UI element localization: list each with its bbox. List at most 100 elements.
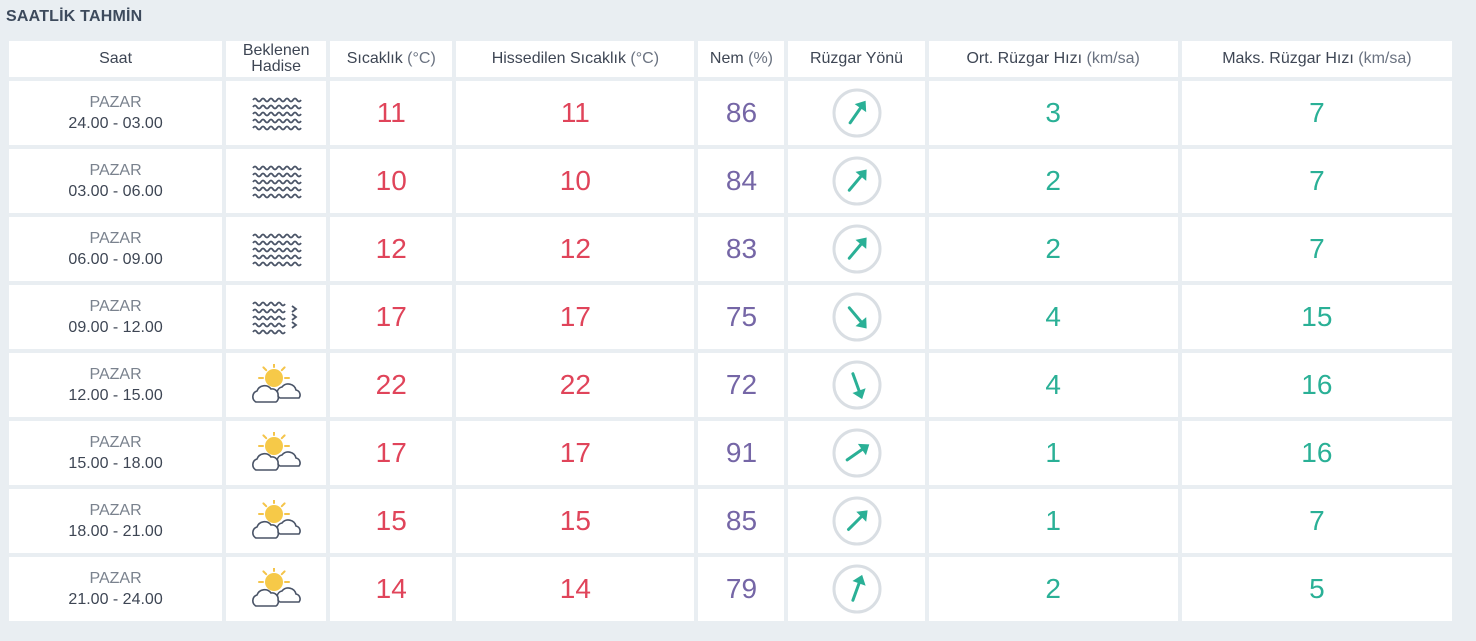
feels-like-value: 11 — [560, 97, 590, 128]
fog-mist-icon — [250, 296, 302, 338]
time-cell: PAZAR 03.00 - 06.00 — [9, 149, 223, 213]
avg-wind-cell: 2 — [928, 149, 1178, 213]
header-beklenen-hadise: Beklenen Hadise — [226, 41, 327, 77]
wind-direction-arrow-icon — [831, 291, 883, 343]
table-row: PAZAR 09.00 - 12.00 17 17 75 4 15 — [9, 285, 1452, 349]
max-wind-value: 16 — [1301, 437, 1333, 468]
temperature-value: 12 — [375, 233, 407, 264]
table-row: PAZAR 24.00 - 03.00 11 11 86 3 7 — [9, 81, 1452, 145]
wind-direction-cell — [788, 81, 925, 145]
wind-direction-cell — [788, 489, 925, 553]
max-wind-value: 7 — [1309, 97, 1325, 128]
time-cell: PAZAR 09.00 - 12.00 — [9, 285, 223, 349]
time-cell: PAZAR 18.00 - 21.00 — [9, 489, 223, 553]
avg-wind-cell: 4 — [928, 285, 1178, 349]
avg-wind-value: 2 — [1045, 233, 1061, 264]
humidity-cell: 79 — [698, 557, 785, 621]
humidity-cell: 86 — [698, 81, 785, 145]
partly-cloudy-icon — [250, 430, 302, 474]
partly-cloudy-icon — [250, 498, 302, 542]
avg-wind-cell: 4 — [928, 353, 1178, 417]
max-wind-value: 7 — [1309, 233, 1325, 264]
temperature-value: 17 — [375, 437, 407, 468]
humidity-cell: 83 — [698, 217, 785, 281]
max-wind-value: 5 — [1309, 573, 1325, 604]
hourly-forecast-table: Saat Beklenen Hadise Sıcaklık (°C) Hissed… — [5, 37, 1456, 625]
temperature-cell: 12 — [330, 217, 453, 281]
max-wind-cell: 7 — [1181, 149, 1452, 213]
hour-range: 21.00 - 24.00 — [68, 591, 163, 608]
avg-wind-value: 4 — [1045, 369, 1061, 400]
max-wind-cell: 7 — [1181, 489, 1452, 553]
wind-direction-arrow-icon — [831, 563, 883, 615]
max-wind-cell: 5 — [1181, 557, 1452, 621]
humidity-value: 75 — [725, 301, 758, 332]
weather-cell — [226, 489, 327, 553]
table-row: PAZAR 12.00 - 15.00 22 22 72 4 16 — [9, 353, 1452, 417]
temperature-value: 11 — [376, 97, 406, 128]
wind-direction-cell — [788, 421, 925, 485]
day-label: PAZAR — [89, 366, 142, 383]
feels-like-cell: 15 — [456, 489, 695, 553]
day-label: PAZAR — [89, 570, 142, 587]
time-cell: PAZAR 12.00 - 15.00 — [9, 353, 223, 417]
humidity-cell: 72 — [698, 353, 785, 417]
wind-direction-arrow-icon — [831, 155, 883, 207]
avg-wind-cell: 1 — [928, 489, 1178, 553]
forecast-rows: PAZAR 24.00 - 03.00 11 11 86 3 7 PAZAR 03.00 - 0… — [9, 81, 1452, 621]
hour-range: 03.00 - 06.00 — [68, 183, 163, 200]
feels-like-cell: 14 — [456, 557, 695, 621]
wind-direction-arrow-icon — [831, 427, 883, 479]
day-label: PAZAR — [89, 502, 142, 519]
hour-range: 18.00 - 21.00 — [68, 523, 163, 540]
humidity-value: 83 — [725, 233, 758, 264]
feels-like-value: 22 — [559, 369, 591, 400]
weather-cell — [226, 217, 327, 281]
feels-like-value: 17 — [559, 437, 591, 468]
hour-range: 24.00 - 03.00 — [68, 115, 163, 132]
feels-like-value: 14 — [559, 573, 591, 604]
weather-cell — [226, 557, 327, 621]
temperature-cell: 10 — [330, 149, 453, 213]
partly-cloudy-icon — [250, 362, 302, 406]
max-wind-value: 7 — [1309, 505, 1325, 536]
temperature-cell: 17 — [330, 421, 453, 485]
avg-wind-value: 1 — [1045, 437, 1061, 468]
day-label: PAZAR — [89, 434, 142, 451]
table-row: PAZAR 06.00 - 09.00 12 12 83 2 7 — [9, 217, 1452, 281]
fog-icon — [250, 228, 302, 270]
fog-icon — [250, 160, 302, 202]
hour-range: 09.00 - 12.00 — [68, 319, 163, 336]
temperature-cell: 14 — [330, 557, 453, 621]
feels-like-cell: 10 — [456, 149, 695, 213]
weather-cell — [226, 353, 327, 417]
avg-wind-value: 2 — [1045, 165, 1061, 196]
humidity-cell: 91 — [698, 421, 785, 485]
header-ruzgar-yonu: Rüzgar Yönü — [788, 41, 925, 77]
hour-range: 12.00 - 15.00 — [68, 387, 163, 404]
table-row: PAZAR 15.00 - 18.00 17 17 91 1 16 — [9, 421, 1452, 485]
max-wind-value: 15 — [1301, 301, 1333, 332]
humidity-value: 91 — [725, 437, 758, 468]
day-label: PAZAR — [89, 162, 142, 179]
humidity-cell: 85 — [698, 489, 785, 553]
table-header-row: Saat Beklenen Hadise Sıcaklık (°C) Hissed… — [9, 41, 1452, 77]
humidity-value: 85 — [725, 505, 758, 536]
feels-like-cell: 11 — [456, 81, 695, 145]
feels-like-value: 10 — [559, 165, 591, 196]
temperature-value: 15 — [375, 505, 407, 536]
max-wind-value: 7 — [1309, 165, 1325, 196]
max-wind-value: 16 — [1301, 369, 1333, 400]
weather-cell — [226, 421, 327, 485]
wind-direction-cell — [788, 149, 925, 213]
avg-wind-cell: 1 — [928, 421, 1178, 485]
max-wind-cell: 15 — [1181, 285, 1452, 349]
wind-direction-arrow-icon — [831, 495, 883, 547]
avg-wind-value: 4 — [1045, 301, 1061, 332]
partly-cloudy-icon — [250, 566, 302, 610]
temperature-value: 17 — [375, 301, 407, 332]
avg-wind-value: 3 — [1045, 97, 1061, 128]
humidity-cell: 75 — [698, 285, 785, 349]
table-row: PAZAR 21.00 - 24.00 14 14 79 2 5 — [9, 557, 1452, 621]
header-nem: Nem (%) — [698, 41, 785, 77]
